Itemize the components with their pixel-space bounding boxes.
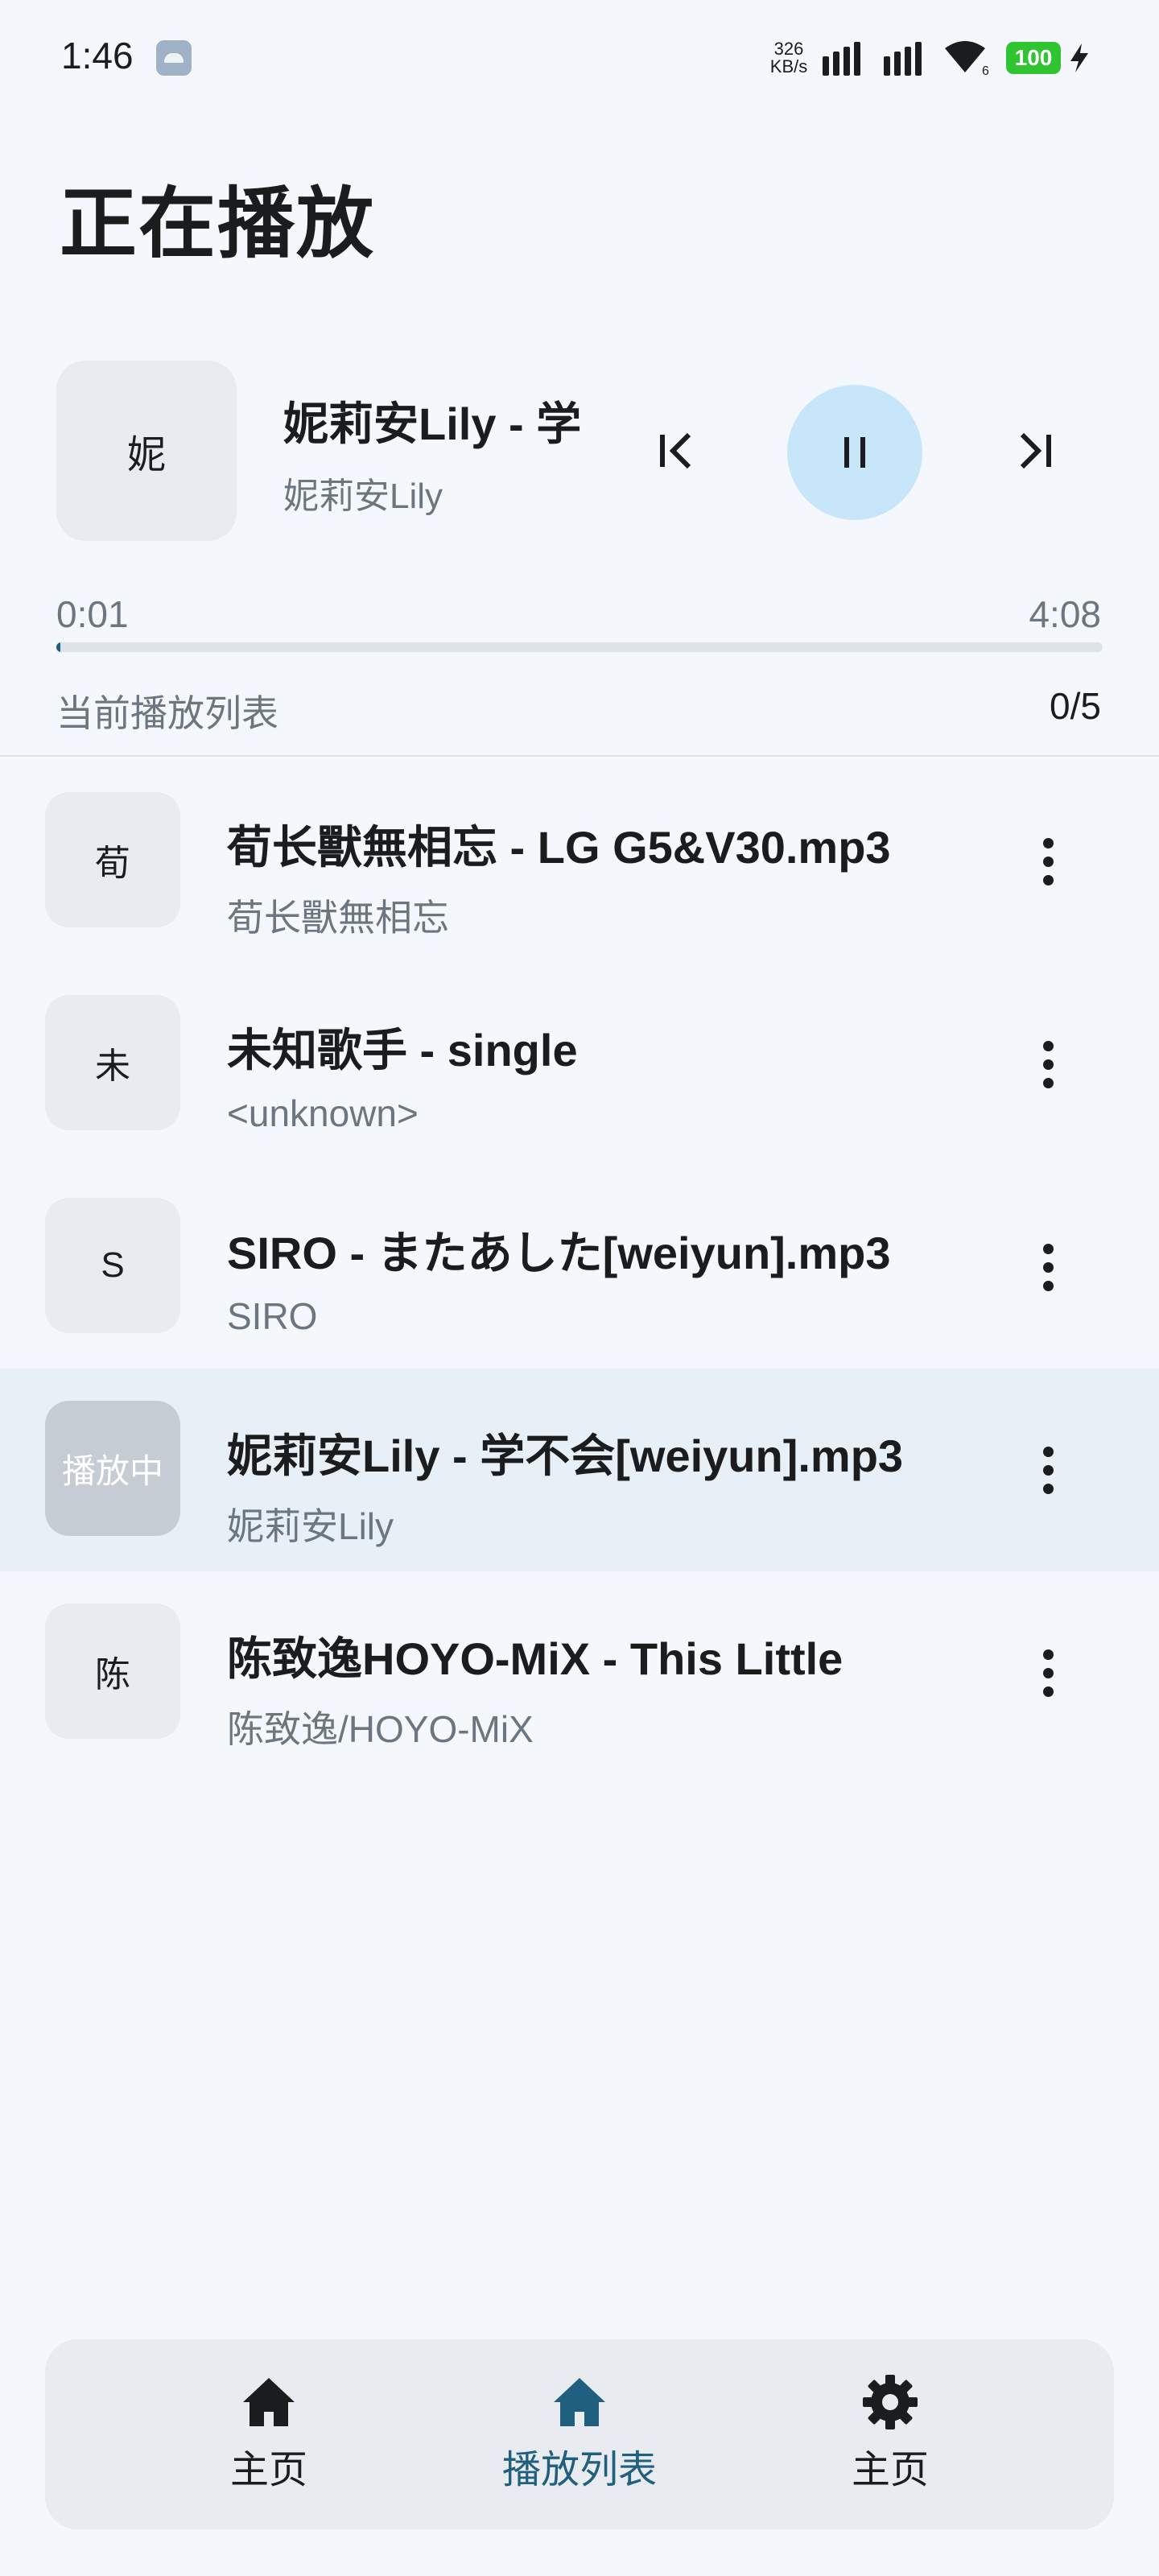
track-artist: 陈致逸/HOYO-MiX	[227, 1708, 534, 1750]
skip-previous-icon	[660, 432, 691, 469]
list-item-now-playing[interactable]: 播放中 妮莉安Lily - 学不会[weiyun].mp3 妮莉安Lily	[0, 1368, 1159, 1571]
nav-item-home[interactable]: 主页	[148, 2372, 390, 2500]
queue-label: 当前播放列表	[56, 692, 278, 734]
more-options-icon[interactable]	[1016, 1430, 1080, 1510]
track-artist: 荀长獸無相忘	[227, 897, 449, 939]
time-total: 4:08	[1029, 593, 1101, 635]
more-options-icon[interactable]	[1016, 1227, 1080, 1307]
network-speed: 326 KB/s	[765, 40, 813, 76]
nav-item-settings[interactable]: 主页	[769, 2372, 1011, 2500]
home-icon	[554, 2378, 605, 2426]
now-playing-artwork[interactable]: 妮	[56, 361, 237, 541]
more-options-icon[interactable]	[1016, 1024, 1080, 1104]
charging-icon	[1070, 43, 1088, 72]
track-artist: <unknown>	[227, 1092, 419, 1134]
previous-button[interactable]	[636, 411, 716, 491]
skip-next-icon	[1020, 432, 1051, 469]
track-title: 荀长獸無相忘 - LG G5&V30.mp3	[227, 822, 891, 873]
signal-icon	[884, 40, 922, 76]
nav-label: 主页	[851, 2449, 929, 2491]
nav-label: 主页	[229, 2449, 307, 2491]
pause-button[interactable]	[787, 385, 922, 520]
pause-icon	[844, 437, 865, 468]
wifi-icon: 6	[945, 41, 989, 76]
list-item[interactable]: 陈 陈致逸HOYO-MiX - This Little 陈致逸/HOYO-MiX	[0, 1571, 1159, 1774]
track-title: 未知歌手 - single	[227, 1025, 578, 1075]
list-item[interactable]: 未 未知歌手 - single <unknown>	[0, 963, 1159, 1166]
status-time: 1:46	[61, 35, 134, 76]
wifi-badge: 6	[982, 64, 989, 76]
track-title: 陈致逸HOYO-MiX - This Little	[227, 1633, 843, 1684]
nav-label: 播放列表	[501, 2449, 657, 2491]
next-button[interactable]	[995, 411, 1075, 491]
track-artwork: 陈	[45, 1604, 180, 1739]
status-bar: 1:46 326 KB/s 6 100	[0, 0, 1159, 121]
track-artist: SIRO	[227, 1295, 318, 1337]
network-speed-unit: KB/s	[769, 56, 808, 76]
track-artwork: 未	[45, 995, 180, 1130]
progress-fill	[56, 642, 61, 652]
signal-icon	[823, 40, 860, 76]
track-artwork: 荀	[45, 792, 180, 927]
notification-app-icon	[156, 40, 192, 76]
track-artist: 妮莉安Lily	[227, 1505, 394, 1547]
time-elapsed: 0:01	[56, 593, 129, 635]
bottom-navigation: 主页 播放列表 主页	[45, 2339, 1114, 2529]
list-item[interactable]: 荀 荀长獸無相忘 - LG G5&V30.mp3 荀长獸無相忘	[0, 760, 1159, 963]
more-options-icon[interactable]	[1016, 1633, 1080, 1713]
network-speed-value: 326	[773, 39, 804, 59]
home-icon	[243, 2378, 295, 2426]
progress-bar[interactable]	[56, 642, 1103, 652]
now-playing-title: 妮莉安Lily - 学	[283, 398, 582, 449]
list-item[interactable]: S SIRO - またあした[weiyun].mp3 SIRO	[0, 1166, 1159, 1368]
now-playing-badge: 播放中	[45, 1401, 180, 1536]
divider	[0, 755, 1159, 757]
queue-count: 0/5	[1050, 685, 1101, 727]
track-artwork: S	[45, 1198, 180, 1333]
page-title: 正在播放	[60, 181, 375, 267]
track-title: 妮莉安Lily - 学不会[weiyun].mp3	[227, 1430, 904, 1481]
gear-icon	[863, 2375, 918, 2429]
track-title: SIRO - またあした[weiyun].mp3	[227, 1228, 891, 1278]
more-options-icon[interactable]	[1016, 821, 1080, 902]
now-playing-artist: 妮莉安Lily	[283, 477, 443, 516]
battery-indicator: 100	[1006, 42, 1061, 74]
nav-item-playlist[interactable]: 播放列表	[459, 2372, 700, 2500]
